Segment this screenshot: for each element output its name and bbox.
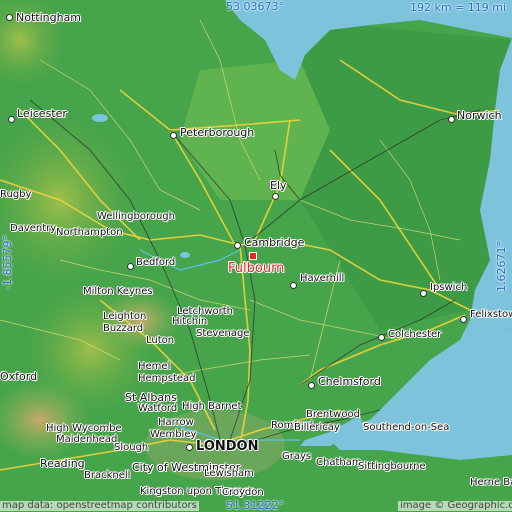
place-hempstead: Hempstead [138, 373, 196, 384]
place-leicester: Leicester [17, 107, 67, 120]
place-ely: Ely [270, 179, 287, 192]
place-slough: Slough [114, 442, 149, 453]
place-watford: Watford [138, 403, 178, 414]
town-marker [272, 193, 279, 200]
town-marker [378, 334, 385, 341]
highlight-marker[interactable] [249, 252, 257, 260]
town-marker [234, 242, 241, 249]
scale-label: 192 km = 119 mi [410, 1, 507, 14]
place-chatham: Chatham [316, 457, 362, 468]
place-hemel: Hemel [138, 361, 171, 372]
place-high-wycombe: High Wycombe [46, 423, 122, 434]
place-reading: Reading [40, 457, 85, 470]
bottom-latitude-label: 51.31222° [226, 499, 284, 512]
place-london: LONDON [196, 439, 259, 454]
town-marker [448, 116, 455, 123]
place-wembley: Wembley [150, 429, 197, 440]
place-peterborough: Peterborough [180, 126, 255, 139]
map-view[interactable]: 53.03673° 51.31222° -1.85579° 1.62671° 1… [0, 0, 512, 512]
place-nottingham: Nottingham [16, 11, 82, 24]
place-leighton: Leighton [103, 311, 147, 322]
town-marker [460, 316, 467, 323]
place-stevenage: Stevenage [196, 328, 250, 339]
place-croydon: Croydon [222, 487, 264, 498]
place-rugby: Rugby [0, 189, 32, 200]
place-herne-bay: Herne Bay [470, 477, 512, 488]
place-bedford: Bedford [136, 257, 176, 268]
capital-marker [186, 444, 193, 451]
place-colchester: Colchester [388, 329, 442, 340]
place-maidenhead: Maidenhead [56, 434, 118, 445]
highlight-label-fulbourn: Fulbourn [228, 261, 285, 276]
place-grays: Grays [282, 451, 312, 462]
town-marker [170, 132, 177, 139]
place-chelmsford: Chelmsford [318, 375, 381, 388]
town-marker [6, 14, 13, 21]
place-bracknell: Bracknell [84, 470, 131, 481]
place-brentwood: Brentwood [306, 409, 360, 420]
town-marker [127, 263, 134, 270]
place-daventry: Daventry [10, 223, 57, 234]
place-luton: Luton [146, 335, 175, 346]
place-southend: Southend-on-Sea [363, 422, 450, 433]
place-milton-keynes: Milton Keynes [83, 286, 153, 297]
attribution-left: map data: openstreetmap contributors [0, 500, 199, 511]
left-longitude-label: -1.85579° [1, 235, 14, 290]
place-wellingborough: Wellingborough [97, 211, 175, 222]
place-haverhill: Haverhill [300, 273, 345, 284]
attribution-right: image © Geographic.org [398, 501, 512, 511]
town-marker [308, 382, 315, 389]
place-buzzard: Buzzard [103, 323, 144, 334]
place-st-albans: St Albans [125, 391, 177, 404]
town-marker [8, 116, 15, 123]
place-lewisham: Lewisham [204, 468, 254, 479]
place-billericay: Billericay [294, 422, 340, 433]
right-longitude-label: 1.62671° [495, 241, 508, 292]
town-marker [420, 290, 427, 297]
place-high-barnet: High Barnet [182, 401, 242, 412]
place-ipswich: Ipswich [430, 282, 468, 293]
place-harrow: Harrow [158, 417, 194, 428]
town-marker [290, 282, 297, 289]
place-hitchin: Hitchin [172, 316, 208, 327]
place-norwich: Norwich [457, 109, 502, 122]
place-northampton: Northampton [56, 227, 123, 238]
place-oxford: Oxford [0, 370, 38, 383]
top-latitude-label: 53.03673° [226, 0, 284, 13]
place-felixstowe: Felixstowe [470, 309, 512, 320]
place-cambridge: Cambridge [244, 236, 305, 249]
place-sittingbourne: Sittingbourne [358, 461, 426, 472]
